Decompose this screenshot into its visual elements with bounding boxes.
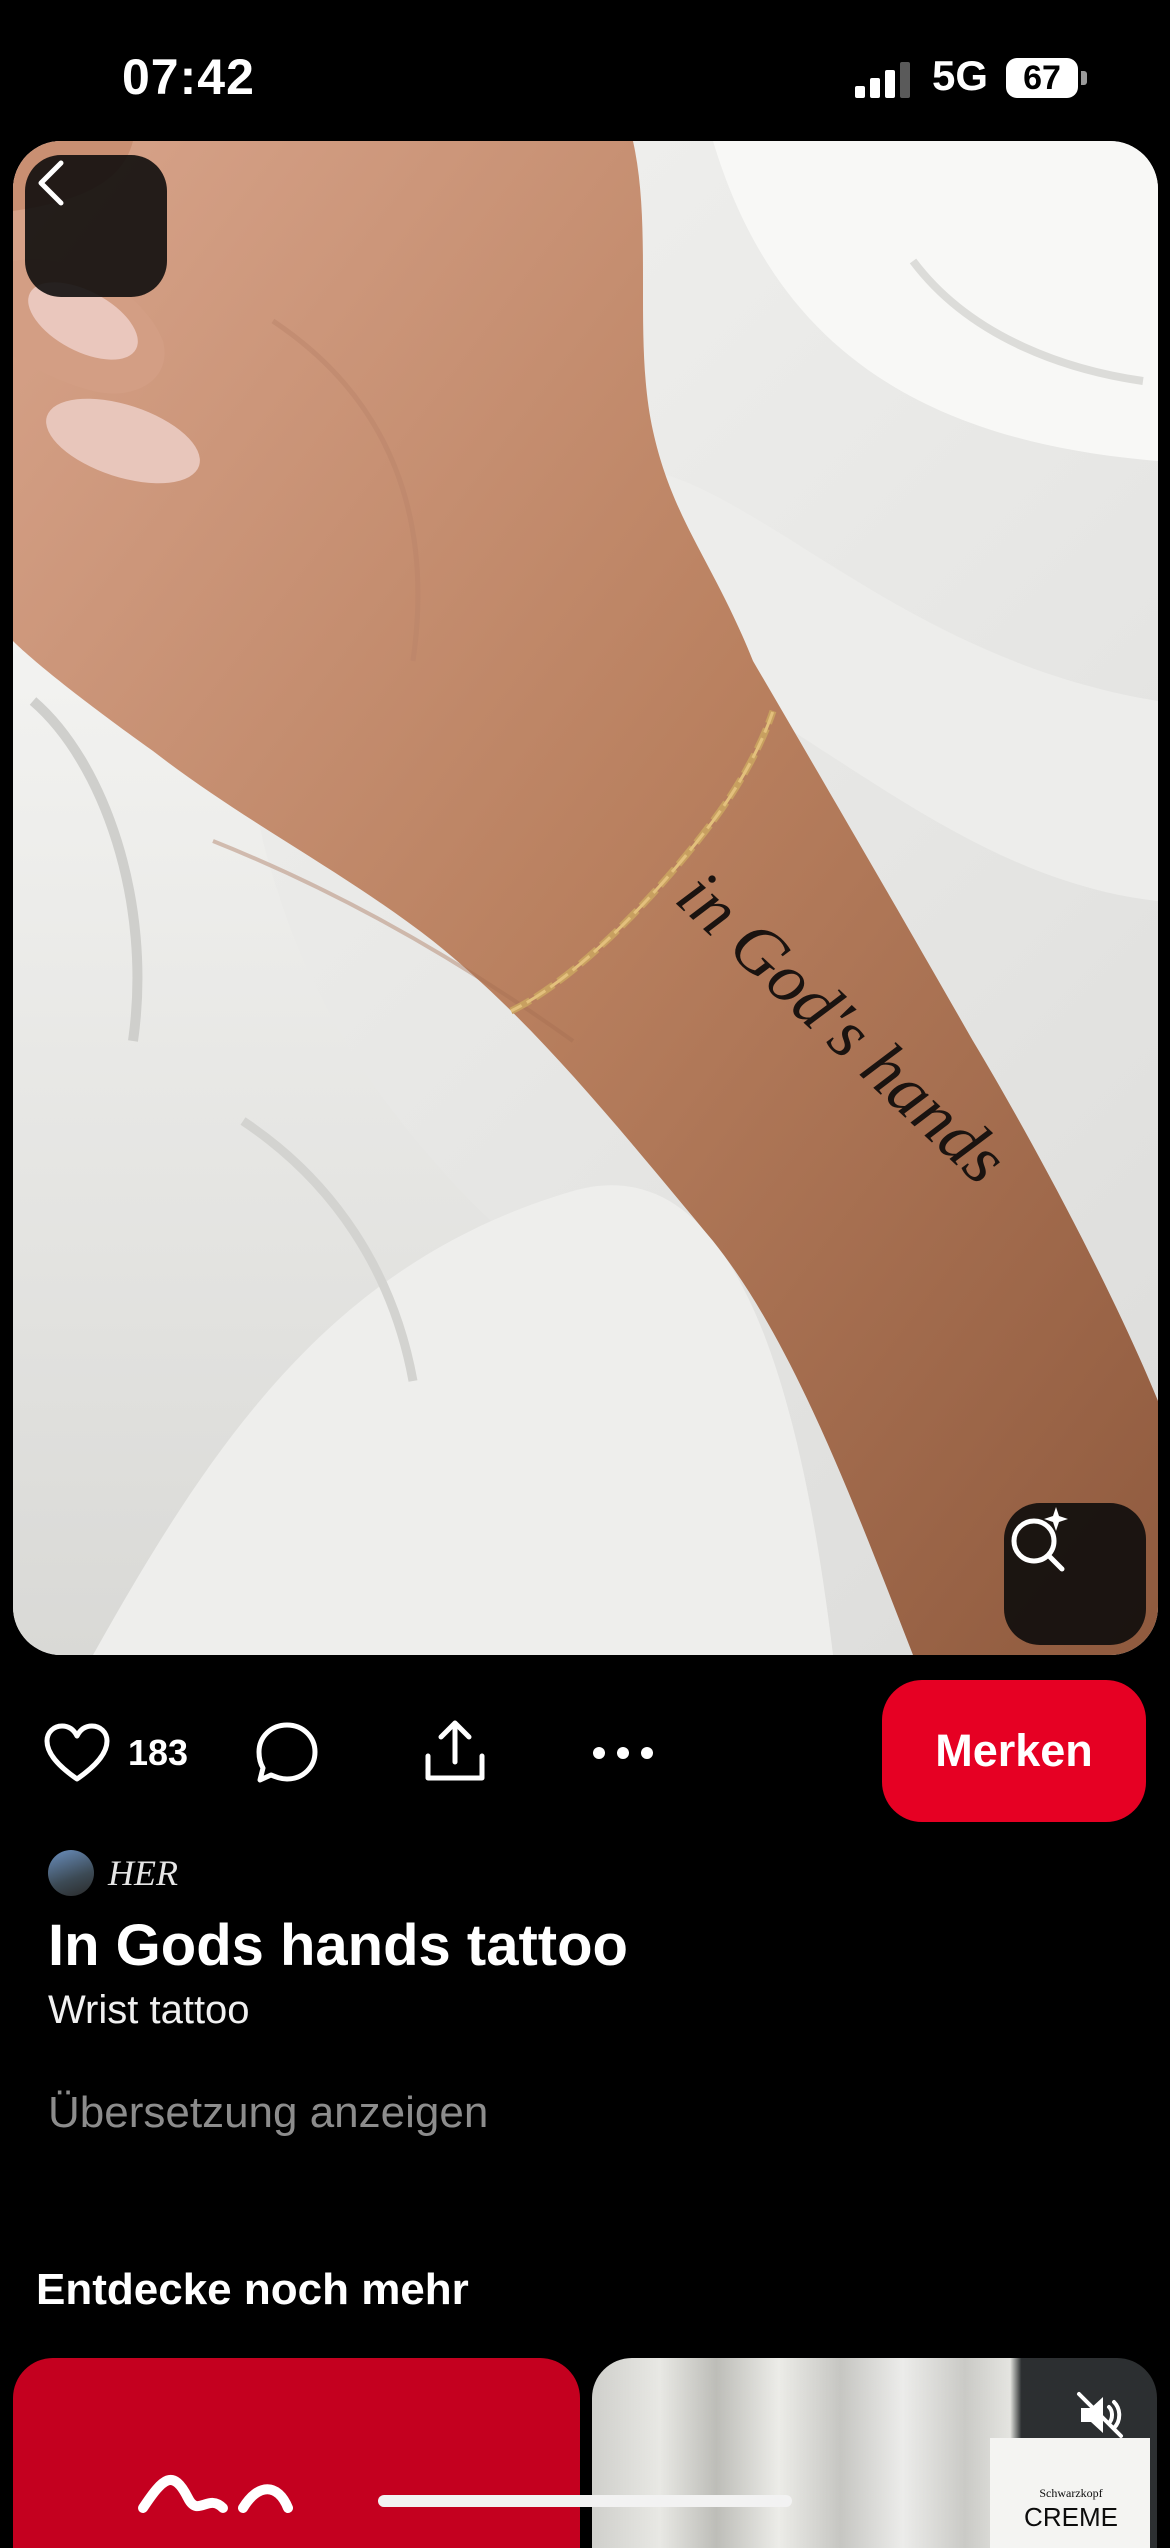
comment-icon <box>256 1722 318 1783</box>
author-name: HER <box>108 1853 178 1893</box>
more-options-button[interactable] <box>586 1718 660 1788</box>
product-brand: Schwarzkopf <box>1039 2486 1103 2500</box>
visual-search-button[interactable] <box>1004 1503 1146 1645</box>
like-count: 183 <box>128 1732 189 1773</box>
ellipsis-icon <box>593 1747 653 1759</box>
pin-actions: 183 Merken <box>0 1680 1170 1826</box>
related-pin-image <box>138 2474 293 2513</box>
pin-image[interactable]: in God's hands <box>13 141 1158 1655</box>
muted-speaker-icon[interactable] <box>1073 2388 1127 2442</box>
share-icon <box>425 1720 485 1781</box>
related-pin-card[interactable] <box>13 2358 580 2548</box>
heart-icon <box>44 1723 110 1782</box>
author-link[interactable]: HER <box>48 1848 178 1898</box>
back-button[interactable] <box>25 155 167 297</box>
tattoo-photo: in God's hands <box>13 141 1158 1655</box>
product-name: CREME <box>1024 2502 1118 2532</box>
save-button[interactable]: Merken <box>882 1680 1146 1822</box>
home-indicator[interactable] <box>378 2495 792 2507</box>
related-pin-card[interactable]: Schwarzkopf CREME <box>592 2358 1157 2548</box>
section-heading: Entdecke noch mehr <box>36 2265 469 2314</box>
battery-level: 67 <box>1023 59 1061 97</box>
signal-icon <box>855 62 910 98</box>
chevron-left-icon <box>38 160 64 206</box>
network-type: 5G <box>932 52 989 99</box>
visual-search-icon <box>1011 1507 1068 1572</box>
comment-button[interactable] <box>252 1718 322 1788</box>
like-button[interactable]: 183 <box>44 1718 188 1788</box>
status-bar: 07:42 5G 67 <box>0 0 1170 140</box>
translate-link[interactable]: Übersetzung anzeigen <box>48 2088 488 2138</box>
share-button[interactable] <box>418 1714 492 1788</box>
pin-description: Wrist tattoo <box>48 1988 250 2032</box>
battery-icon: 67 <box>1006 58 1088 98</box>
pin-title: In Gods hands tattoo <box>48 1913 628 1978</box>
avatar <box>48 1850 94 1896</box>
clock: 07:42 <box>122 49 255 105</box>
